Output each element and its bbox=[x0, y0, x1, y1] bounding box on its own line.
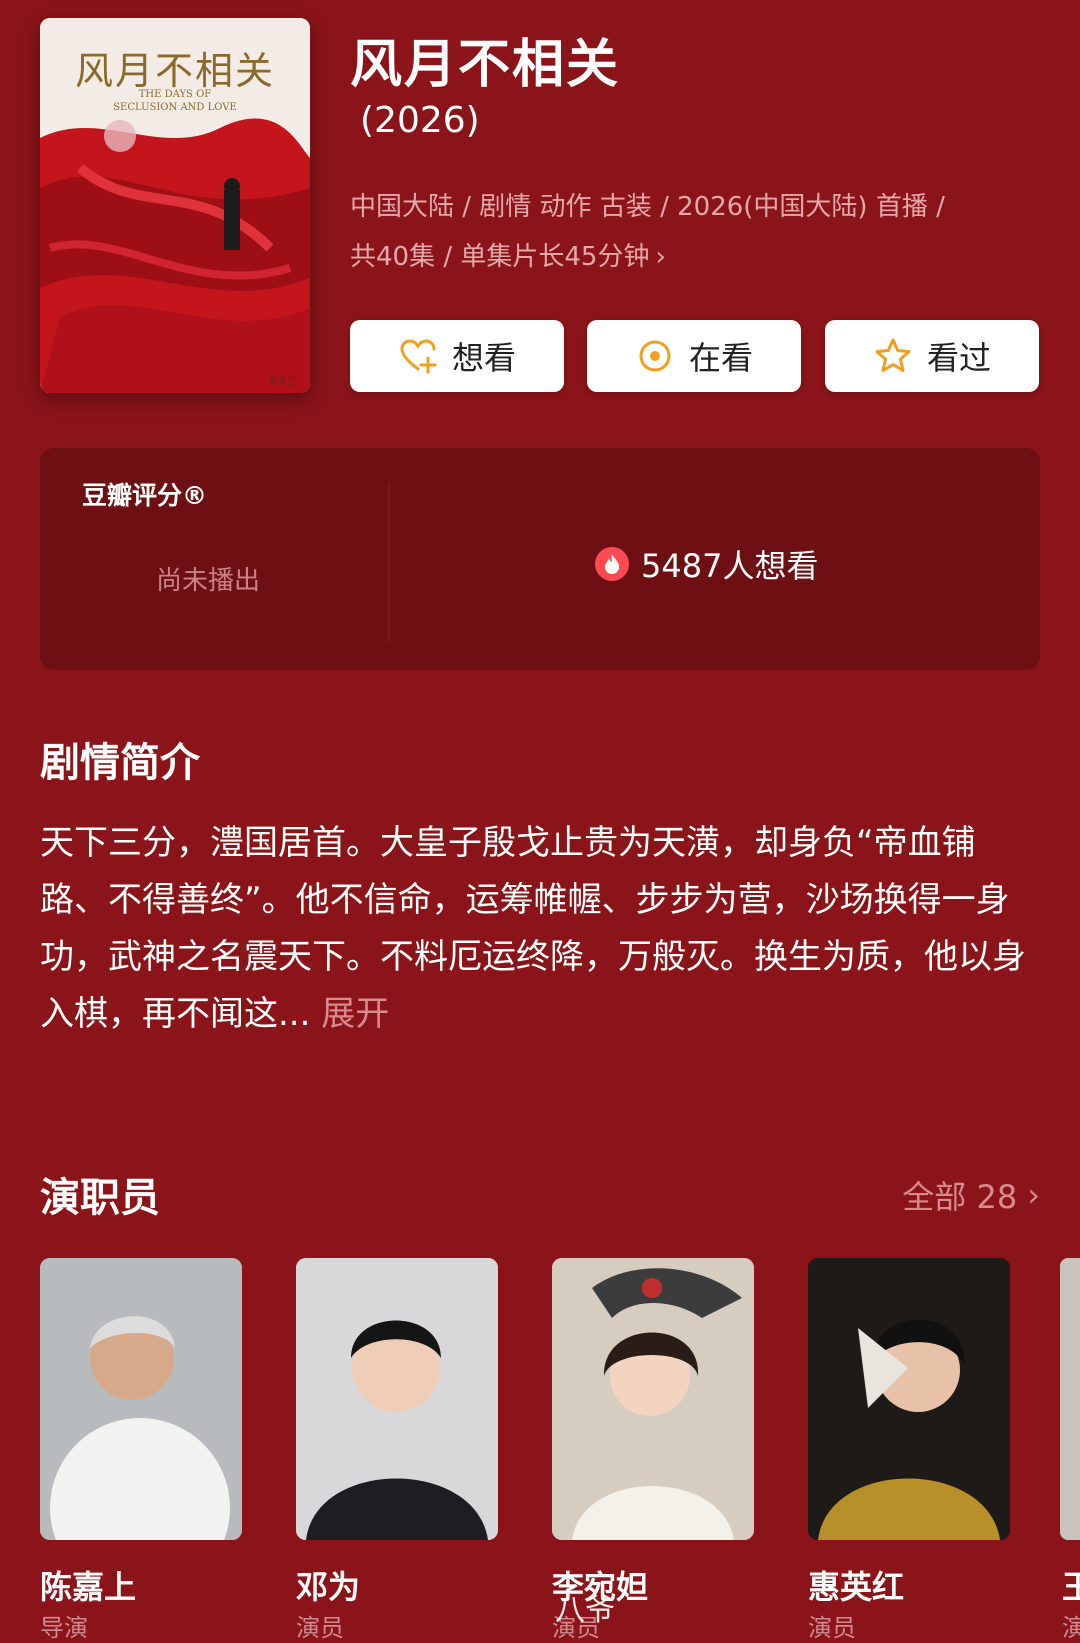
rating-label: 豆瓣评分® bbox=[82, 481, 208, 510]
cast-name-1[interactable]: 陈嘉上 bbox=[40, 1562, 136, 1608]
cast-photo-4[interactable] bbox=[808, 1258, 1010, 1540]
expand-link[interactable]: 展开 bbox=[321, 994, 389, 1034]
watched-label: 看过 bbox=[926, 339, 991, 377]
watching-label: 在看 bbox=[688, 339, 753, 377]
wish-count-text: 5487人想看 bbox=[641, 547, 819, 585]
synopsis-body: 天下三分，澧国居首。大皇子殷戈止贵为天潢，却身负“帝血铺路、不得善终”。他不信命… bbox=[40, 823, 1026, 1034]
show-meta-line1[interactable]: 中国大陆 / 剧情 动作 古装 / 2026(中国大陆) 首播 / bbox=[350, 186, 1030, 223]
watched-button[interactable]: 看过 bbox=[825, 320, 1039, 392]
show-meta-line2[interactable]: 共40集 / 单集片长45分钟 › bbox=[350, 236, 1030, 273]
fire-icon bbox=[595, 547, 629, 581]
cast-all-label: 全部 28 bbox=[902, 1178, 1018, 1216]
cast-portrait-2 bbox=[296, 1258, 498, 1540]
heart-plus-icon bbox=[400, 339, 437, 374]
cast-role-2: 演员 bbox=[296, 1614, 344, 1642]
cast-portrait-1 bbox=[40, 1258, 242, 1540]
show-title: 风月不相关 bbox=[350, 35, 621, 95]
cast-photo-1[interactable] bbox=[40, 1258, 242, 1540]
cast-name-2[interactable]: 邓为 bbox=[296, 1562, 360, 1608]
cast-role-4: 演员 bbox=[808, 1614, 856, 1642]
chevron-right-icon: › bbox=[655, 242, 666, 272]
want-label: 想看 bbox=[451, 339, 516, 377]
cast-role-5: 演 bbox=[1062, 1614, 1080, 1642]
cast-photo-2[interactable] bbox=[296, 1258, 498, 1540]
cast-name-5[interactable]: 王 bbox=[1062, 1562, 1080, 1608]
poster-subtitle: THE DAYS OF SECLUSION AND LOVE bbox=[40, 88, 310, 114]
watermark: 八爷 bbox=[555, 1593, 615, 1628]
poster-subtitle-line2: SECLUSION AND LOVE bbox=[113, 102, 237, 113]
wish-count[interactable]: 5487人想看 bbox=[595, 541, 818, 587]
want-to-watch-button[interactable]: 想看 bbox=[350, 320, 564, 392]
poster-logo: 爱奇艺 bbox=[268, 377, 296, 387]
synopsis-heading: 剧情简介 bbox=[40, 740, 200, 786]
cast-portrait-4 bbox=[808, 1258, 1010, 1540]
show-year: (2026) bbox=[360, 100, 480, 141]
cast-role-1: 导演 bbox=[40, 1614, 88, 1642]
star-icon bbox=[875, 338, 911, 372]
poster-subtitle-line1: THE DAYS OF bbox=[138, 89, 212, 100]
rating-status: 尚未播出 bbox=[156, 566, 261, 596]
watching-button[interactable]: 在看 bbox=[587, 320, 801, 392]
cast-name-4[interactable]: 惠英红 bbox=[808, 1562, 904, 1608]
synopsis-text: 天下三分，澧国居首。大皇子殷戈止贵为天潢，却身负“帝血铺路、不得善终”。他不信命… bbox=[40, 815, 1040, 1043]
show-meta-text: 共40集 / 单集片长45分钟 bbox=[350, 242, 650, 272]
chevron-right-icon: › bbox=[1027, 1176, 1040, 1214]
cast-all-link[interactable]: 全部 28 › bbox=[902, 1172, 1040, 1218]
cast-portrait-3 bbox=[552, 1258, 754, 1540]
target-icon bbox=[639, 340, 671, 372]
cast-heading: 演职员 bbox=[40, 1175, 160, 1221]
rating-divider bbox=[388, 482, 390, 642]
cast-photo-3[interactable] bbox=[552, 1258, 754, 1540]
cast-photo-5[interactable] bbox=[1060, 1258, 1080, 1540]
poster-title: 风月不相关 bbox=[74, 49, 275, 93]
poster-image[interactable]: 风月不相关 THE DAYS OF SECLUSION AND LOVE 爱奇艺 bbox=[40, 18, 310, 393]
